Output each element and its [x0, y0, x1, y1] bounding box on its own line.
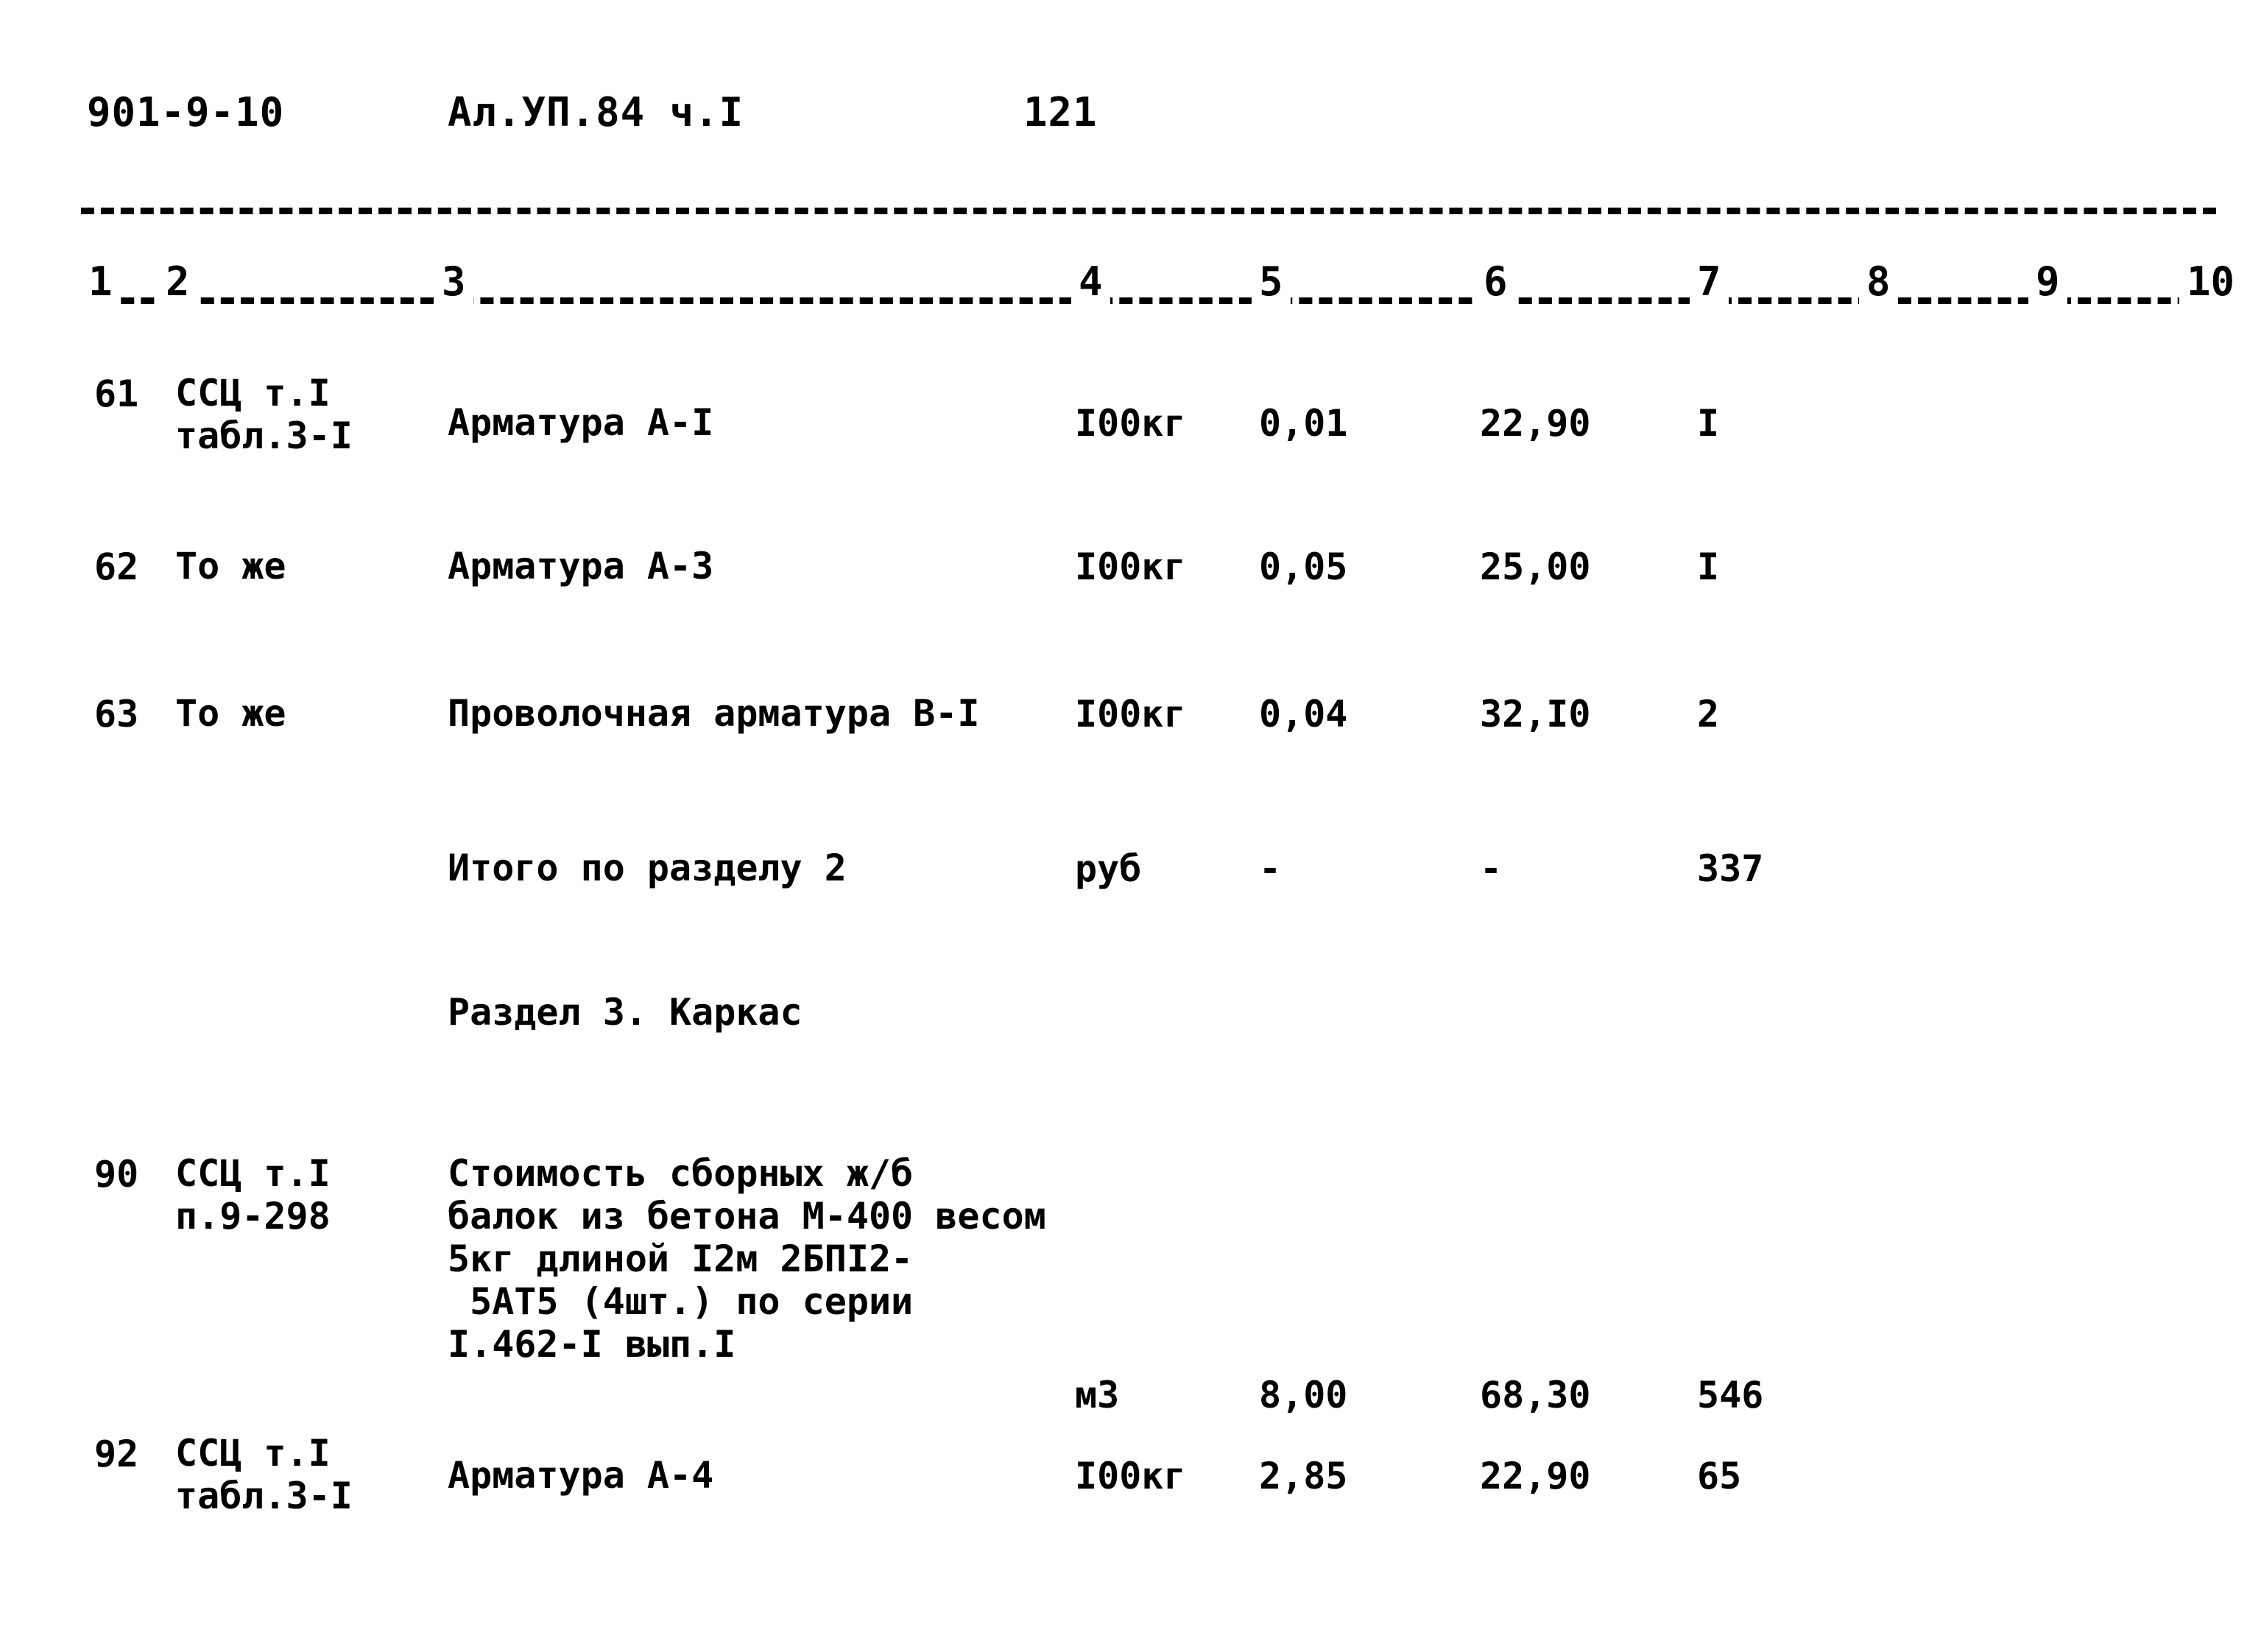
row-justification: То же — [175, 545, 286, 587]
row-justification: ССЦ т.I табл.3-I — [175, 372, 353, 457]
row-total: 337 — [1697, 847, 1764, 890]
row-price: 32,I0 — [1480, 693, 1591, 735]
row-unit: I00кг — [1075, 693, 1186, 735]
top-dashed-rule — [81, 208, 2216, 214]
page-header: 901-9-10 Ал.УП.84 ч.I 121 — [0, 90, 2261, 141]
column-number-band: 1 2 3 4 5 6 7 8 9 10 — [81, 259, 2243, 318]
column-number-1: 1 — [81, 259, 120, 305]
row-unit: I00кг — [1075, 402, 1186, 445]
column-number-2: 2 — [158, 259, 197, 305]
row-quantity: 0,04 — [1259, 693, 1348, 735]
row-quantity: - — [1259, 847, 1282, 890]
row-justification: ССЦ т.I п.9-298 — [175, 1152, 331, 1238]
row-justification: ССЦ т.I табл.3-I — [175, 1432, 353, 1517]
column-number-10: 10 — [2179, 259, 2243, 305]
row-description: Арматура А-4 — [448, 1454, 714, 1497]
row-description: Стоимость сборных ж/б балок из бетона М-4… — [448, 1152, 1046, 1366]
album-reference: Ал.УП.84 ч.I — [448, 89, 744, 135]
column-number-dashed-rule — [81, 297, 2231, 304]
row-total: 2 — [1697, 693, 1720, 735]
row-price: 25,00 — [1480, 546, 1591, 588]
row-price: 22,90 — [1480, 1455, 1591, 1497]
row-quantity: 0,05 — [1259, 546, 1348, 588]
row-unit: руб — [1075, 847, 1142, 890]
row-number: 92 — [94, 1433, 139, 1475]
row-number: 62 — [94, 546, 139, 588]
row-unit: м3 — [1075, 1374, 1120, 1416]
column-number-4: 4 — [1071, 259, 1110, 305]
row-number: 61 — [94, 373, 139, 415]
row-description: Арматура А-3 — [448, 545, 714, 587]
row-unit: I00кг — [1075, 546, 1186, 588]
row-quantity: 2,85 — [1259, 1455, 1348, 1497]
column-number-9: 9 — [2028, 259, 2067, 305]
row-price: - — [1480, 847, 1503, 890]
column-number-7: 7 — [1690, 259, 1729, 305]
column-number-5: 5 — [1252, 259, 1291, 305]
row-total: 65 — [1697, 1455, 1742, 1497]
row-justification: То же — [175, 692, 286, 735]
section-heading: Раздел 3. Каркас — [448, 991, 803, 1034]
row-quantity: 0,01 — [1259, 402, 1348, 445]
row-unit: I00кг — [1075, 1455, 1186, 1497]
row-total: I — [1697, 546, 1720, 588]
row-total: I — [1697, 402, 1720, 445]
row-quantity: 8,00 — [1259, 1374, 1348, 1416]
row-description: Арматура А-I — [448, 401, 714, 444]
row-number: 90 — [94, 1153, 139, 1196]
row-price: 22,90 — [1480, 402, 1591, 445]
row-description: Итого по разделу 2 — [448, 847, 847, 889]
row-total: 546 — [1697, 1374, 1764, 1416]
document-code: 901-9-10 — [87, 89, 285, 135]
column-number-3: 3 — [434, 259, 473, 305]
row-description: Проволочная арматура В-I — [448, 692, 980, 735]
document-page: 901-9-10 Ал.УП.84 ч.I 121 1 2 3 4 5 6 7 8 9 10 61… — [0, 0, 2261, 1652]
row-price: 68,30 — [1480, 1374, 1591, 1416]
row-number: 63 — [94, 693, 139, 735]
column-number-8: 8 — [1859, 259, 1898, 305]
column-number-6: 6 — [1476, 259, 1515, 305]
page-number: 121 — [1023, 89, 1098, 135]
